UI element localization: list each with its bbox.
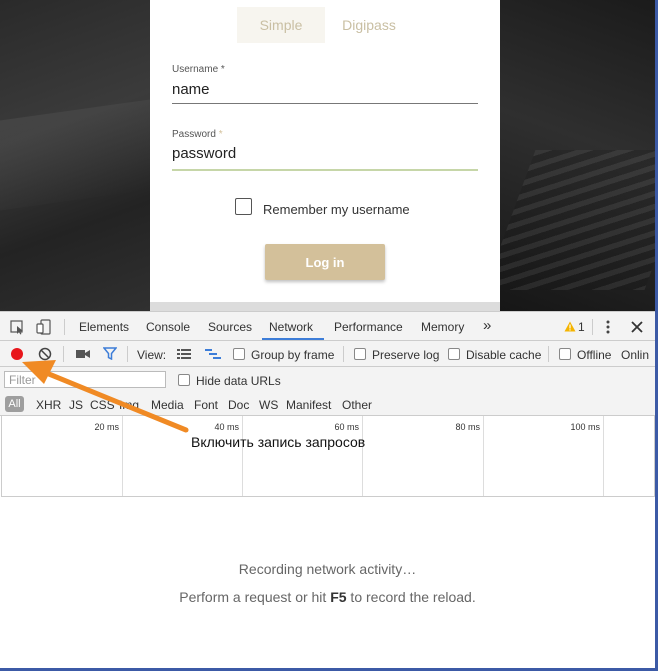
reload-hint-suffix: to record the reload. — [346, 589, 476, 605]
warning-icon[interactable] — [564, 321, 576, 332]
devtools-panel: Elements Console Sources Network Perform… — [0, 311, 655, 668]
background-photo-right — [500, 0, 655, 311]
hide-data-urls-checkbox[interactable] — [178, 374, 190, 386]
username-underline — [172, 103, 478, 104]
login-card-footer — [150, 302, 500, 311]
separator — [64, 319, 65, 335]
separator — [548, 346, 549, 362]
inspect-element-icon[interactable] — [10, 320, 25, 335]
required-mark: * — [220, 64, 225, 75]
preserve-log-label: Preserve log — [372, 348, 440, 362]
timeline-gridline — [362, 416, 363, 496]
reload-hint: Perform a request or hit F5 to record th… — [0, 589, 655, 605]
type-filter-doc[interactable]: Doc — [228, 398, 249, 412]
tab-memory[interactable]: Memory — [421, 320, 464, 334]
type-filter-js[interactable]: JS — [69, 398, 83, 412]
password-label-text: Password — [172, 129, 216, 140]
more-tabs-button[interactable]: » — [483, 317, 491, 334]
tab-sources[interactable]: Sources — [208, 320, 252, 334]
clear-icon[interactable] — [38, 347, 52, 361]
disable-cache-checkbox[interactable] — [448, 348, 460, 360]
reload-hint-prefix: Perform a request or hit — [179, 589, 331, 605]
annotation-label: Включить запись запросов — [191, 434, 366, 450]
tab-digipass[interactable]: Digipass — [328, 7, 410, 43]
record-icon[interactable] — [10, 347, 24, 361]
network-toolbar: View: Group by frame Preserve log Disabl… — [0, 341, 655, 367]
timeline-gridline — [242, 416, 243, 496]
separator — [343, 346, 344, 362]
timeline-tick-label: 80 ms — [455, 422, 480, 432]
screenshot-frame: Simple Digipass Username * name Password… — [0, 0, 658, 671]
offline-label: Offline — [577, 348, 612, 362]
timeline-gridline — [483, 416, 484, 496]
filter-icon[interactable] — [103, 347, 117, 360]
timeline-gridline — [603, 416, 604, 496]
tab-performance[interactable]: Performance — [334, 320, 403, 334]
hide-data-urls-label: Hide data URLs — [196, 374, 281, 388]
type-filter-css[interactable]: CSS — [90, 398, 115, 412]
timeline-tick-label: 100 ms — [570, 422, 600, 432]
required-mark: * — [218, 129, 223, 140]
offline-checkbox[interactable] — [559, 348, 571, 360]
username-field[interactable]: name — [172, 81, 210, 98]
preserve-log-checkbox[interactable] — [354, 348, 366, 360]
type-filter-ws[interactable]: WS — [259, 398, 278, 412]
tab-console[interactable]: Console — [146, 320, 190, 334]
password-label: Password * — [172, 129, 223, 140]
password-field[interactable]: password — [172, 145, 236, 162]
more-options-icon[interactable] — [605, 319, 611, 335]
throttling-select[interactable]: Onlin — [621, 348, 649, 362]
type-filter-img[interactable]: Img — [119, 398, 139, 412]
active-tab-indicator — [262, 338, 324, 340]
separator — [63, 346, 64, 362]
type-filter-other[interactable]: Other — [342, 398, 372, 412]
remember-label: Remember my username — [263, 202, 410, 217]
resource-type-bar: All XHR JS CSS Img Media Font Doc WS Man… — [0, 393, 655, 416]
waterfall-icon[interactable] — [205, 349, 221, 360]
warning-count[interactable]: 1 — [578, 320, 585, 334]
devtools-tabbar: Elements Console Sources Network Perform… — [0, 312, 655, 341]
type-filter-manifest[interactable]: Manifest — [286, 398, 331, 412]
timeline-tick-label: 60 ms — [334, 422, 359, 432]
group-by-frame-checkbox[interactable] — [233, 348, 245, 360]
timeline-tick-label: 20 ms — [94, 422, 119, 432]
web-page: Simple Digipass Username * name Password… — [0, 0, 655, 311]
tab-network[interactable]: Network — [269, 320, 313, 334]
username-label-text: Username — [172, 64, 219, 75]
network-overview-timeline[interactable]: 20 ms 40 ms 60 ms 80 ms 100 ms — [1, 416, 655, 497]
type-filter-font[interactable]: Font — [194, 398, 218, 412]
timeline-tick-label: 40 ms — [214, 422, 239, 432]
type-filter-all[interactable]: All — [5, 396, 24, 412]
filter-input[interactable]: Filter — [4, 371, 166, 388]
device-toolbar-icon[interactable] — [36, 319, 52, 335]
remember-checkbox[interactable] — [235, 198, 252, 215]
reload-hint-key: F5 — [330, 589, 347, 605]
type-filter-media[interactable]: Media — [151, 398, 184, 412]
capture-screenshots-icon[interactable] — [76, 349, 90, 359]
background-photo-left — [0, 0, 150, 311]
tab-simple[interactable]: Simple — [237, 7, 325, 43]
separator — [127, 346, 128, 362]
group-by-frame-label: Group by frame — [251, 348, 335, 362]
username-label: Username * — [172, 64, 225, 75]
separator — [592, 319, 593, 335]
type-filter-xhr[interactable]: XHR — [36, 398, 61, 412]
tab-elements[interactable]: Elements — [79, 320, 129, 334]
filter-bar: Filter Hide data URLs — [0, 367, 655, 393]
disable-cache-label: Disable cache — [466, 348, 542, 362]
view-label: View: — [137, 348, 167, 362]
login-button[interactable]: Log in — [265, 244, 385, 280]
password-underline — [172, 169, 478, 171]
close-icon[interactable] — [631, 321, 643, 333]
recording-message: Recording network activity… — [238, 561, 417, 577]
timeline-gridline — [122, 416, 123, 496]
large-rows-icon[interactable] — [177, 349, 191, 359]
